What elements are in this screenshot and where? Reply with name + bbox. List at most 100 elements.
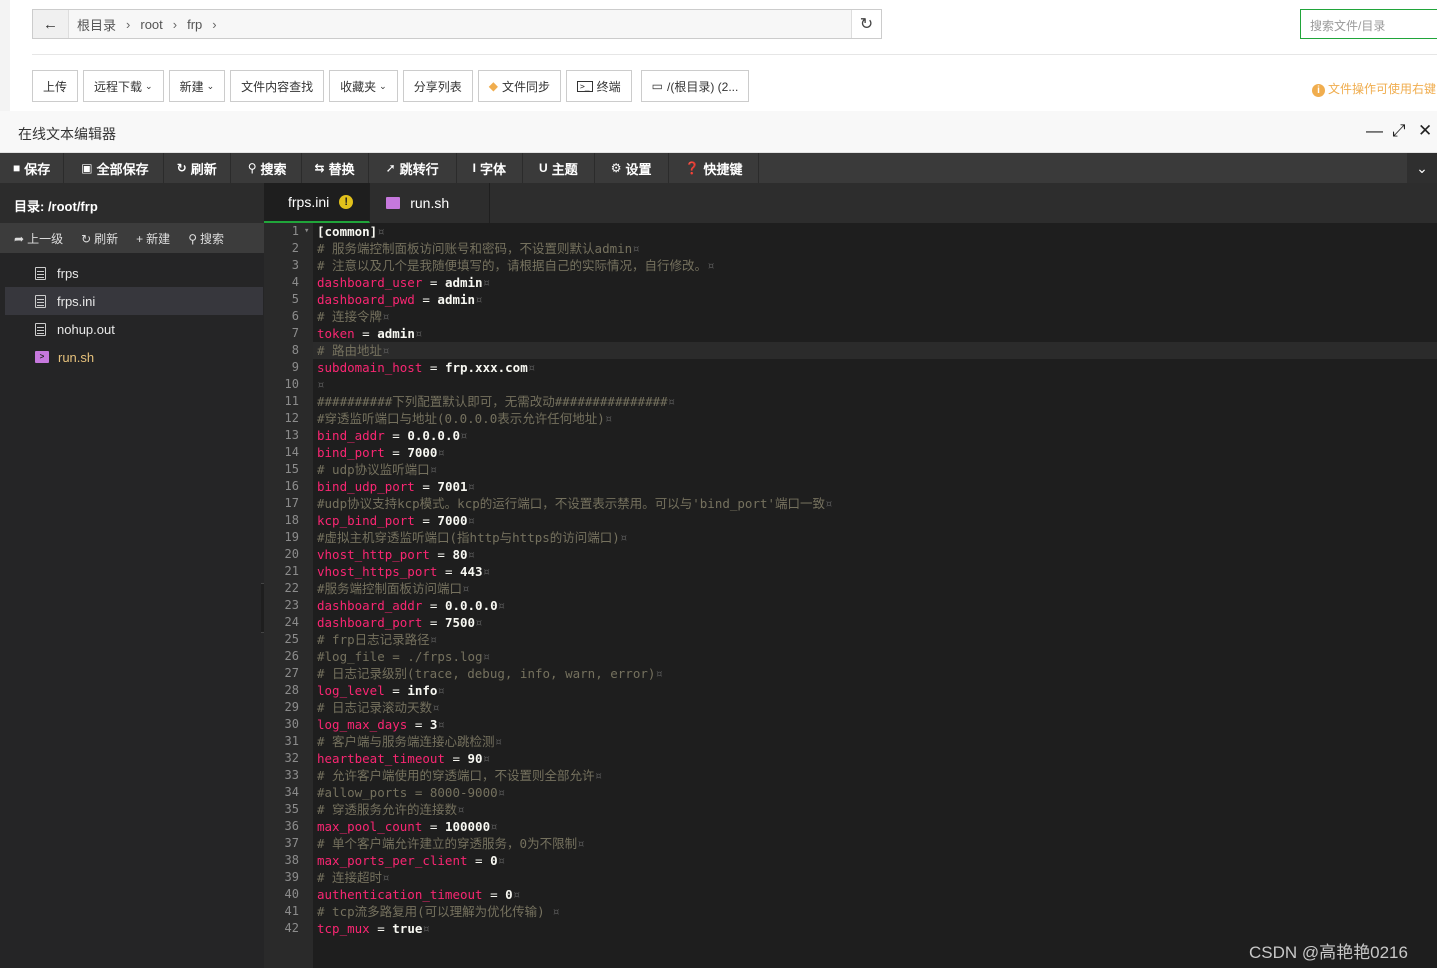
equals-sign: = [422, 598, 445, 613]
settings-label: 设置 [625, 161, 652, 177]
code-line: #allow_ports = 8000-9000¤ [313, 784, 1437, 801]
code-line: # 连接超时¤ [313, 869, 1437, 886]
file-item-frps[interactable]: frps [5, 259, 263, 287]
equals-sign: = [414, 479, 438, 494]
config-key: vhost_http_port [317, 547, 430, 562]
sidebar-new-button[interactable]: + 新建 [136, 230, 170, 247]
favorites-button[interactable]: 收藏夹 ⌄ [329, 70, 398, 102]
back-arrow-icon[interactable]: ← [33, 10, 69, 38]
config-key: subdomain_host [317, 360, 423, 375]
equals-sign: = [467, 853, 491, 868]
text-cursor-icon: I [472, 161, 477, 175]
file-item-frps-ini[interactable]: frps.ini [5, 287, 263, 315]
maximize-icon[interactable]: ⤢ [1392, 121, 1406, 141]
eol-marker-icon: ¤ [577, 836, 585, 851]
eol-marker-icon: ¤ [604, 411, 613, 426]
save-all-button[interactable]: ▣ 全部保存 [64, 153, 164, 183]
file-sync-button[interactable]: ◆ 文件同步 [477, 70, 561, 102]
config-value: info [407, 683, 438, 698]
file-list: frps frps.ini nohup.out > run.sh [0, 253, 264, 371]
refresh-icon: ↻ [81, 231, 92, 246]
settings-button[interactable]: ⚙ 设置 [595, 153, 669, 183]
line-number: 28 [284, 683, 299, 697]
breadcrumb-root[interactable]: 根目录 [77, 15, 116, 34]
code-line: #log_file = ./frps.log¤ [313, 648, 1437, 665]
config-value: 7500 [444, 615, 476, 630]
disk-button[interactable]: ▭/(根目录) (2... [640, 70, 750, 102]
file-item-nohup-out[interactable]: nohup.out [5, 315, 263, 343]
unsaved-warning-icon: ! [339, 195, 354, 209]
config-key: kcp_bind_port [317, 513, 415, 528]
config-key: token [317, 326, 355, 341]
tab-frps-ini[interactable]: frps.ini! [264, 183, 371, 223]
floppy-icon: ■ [13, 161, 21, 175]
font-button[interactable]: I 字体 [457, 153, 524, 183]
code-line: # 客户端与服务端连接心跳检测¤ [313, 733, 1437, 750]
save-button[interactable]: ■ 保存 [0, 153, 65, 183]
breadcrumb: 根目录 › root › frp › [69, 15, 227, 34]
refresh-button[interactable]: ↻ 刷新 [164, 153, 231, 183]
up-level-button[interactable]: ➦ 上一级 [14, 230, 63, 247]
refresh-icon[interactable]: ↻ [851, 10, 881, 38]
line-number: 27 [284, 666, 299, 680]
line-number: 39 [284, 870, 299, 884]
upload-button[interactable]: 上传 [32, 70, 79, 102]
eol-marker-icon: ¤ [437, 445, 445, 460]
comment-text: # udp协议监听端口 [317, 462, 430, 477]
theme-label: 主题 [551, 161, 578, 177]
sidebar-search-button[interactable]: ⚲ 搜索 [188, 230, 224, 247]
code-line: ##########下列配置默认即可，无需改动###############¤ [313, 393, 1437, 410]
line-number: 31 [284, 734, 299, 748]
code-line: # 允许客户端使用的穿透端口，不设置则全部允许¤ [313, 767, 1437, 784]
eol-marker-icon: ¤ [429, 632, 438, 647]
terminal-button[interactable]: >_ 终端 [565, 70, 632, 102]
path-bar: ← 根目录 › root › frp › ↻ [32, 9, 882, 39]
refresh-icon: ↻ [176, 161, 187, 175]
equals-sign: = [384, 683, 408, 698]
search-button[interactable]: ⚲ 搜索 [231, 153, 302, 183]
line-number: 17 [284, 496, 299, 510]
line-number: 22 [284, 581, 299, 595]
code-line: log_level = info¤ [313, 682, 1437, 699]
comment-text: #穿透监听端口与地址(0.0.0.0表示允许任何地址) [317, 411, 605, 426]
chevron-down-icon[interactable]: ⌄ [1407, 153, 1437, 183]
replace-button[interactable]: ⇆ 替换 [302, 153, 369, 183]
config-value: 443 [460, 564, 483, 579]
line-number: 29 [284, 700, 299, 714]
sidebar-refresh-button[interactable]: ↻ 刷新 [81, 230, 118, 247]
config-value: 90 [467, 751, 483, 766]
minimize-icon[interactable]: — [1366, 121, 1383, 141]
content-search-button[interactable]: 文件内容查找 [230, 70, 325, 102]
share-list-button[interactable]: 分享列表 [402, 70, 473, 102]
code-editor[interactable]: 1234567891011121314151617181920212223242… [264, 223, 1437, 968]
config-key: tcp_mux [317, 921, 370, 936]
shortcuts-button[interactable]: ❓ 快捷键 [669, 153, 760, 183]
tip-label: 文件操作可使用右键 [1328, 82, 1437, 96]
comment-text: #allow_ports = 8000-9000 [317, 785, 498, 800]
code-line: vhost_http_port = 80¤ [313, 546, 1437, 563]
code-line: log_max_days = 3¤ [313, 716, 1437, 733]
search-label: 搜索 [260, 161, 287, 177]
equals-sign: = [354, 326, 378, 341]
goto-line-button[interactable]: ➚ 跳转行 [369, 153, 457, 183]
code-line: heartbeat_timeout = 90¤ [313, 750, 1437, 767]
search-input[interactable]: 搜索文件/目录 [1300, 9, 1437, 39]
code-area[interactable]: [common]¤ # 服务端控制面板访问账号和密码，不设置则默认admin¤ # … [313, 223, 1437, 937]
equals-sign: = [422, 360, 445, 375]
file-item-run-sh[interactable]: > run.sh [5, 343, 263, 371]
remote-download-button[interactable]: 远程下载 ⌄ [83, 70, 164, 102]
comment-text: #log_file = ./frps.log [317, 649, 483, 664]
theme-button[interactable]: U 主题 [523, 153, 595, 183]
tab-run-sh[interactable]: run.sh [370, 183, 491, 223]
config-key: bind_udp_port [317, 479, 415, 494]
file-name: run.sh [58, 349, 95, 365]
code-line: # 服务端控制面板访问账号和密码，不设置则默认admin¤ [313, 240, 1437, 257]
equals-sign: = [422, 275, 445, 290]
line-number: 16 [284, 479, 299, 493]
breadcrumb-frp[interactable]: frp [187, 17, 202, 32]
file-name: frps [57, 265, 79, 281]
new-button[interactable]: 新建 ⌄ [168, 70, 226, 102]
breadcrumb-root-dir[interactable]: root [140, 17, 162, 32]
close-icon[interactable]: ✕ [1418, 121, 1432, 141]
file-icon [35, 266, 46, 280]
